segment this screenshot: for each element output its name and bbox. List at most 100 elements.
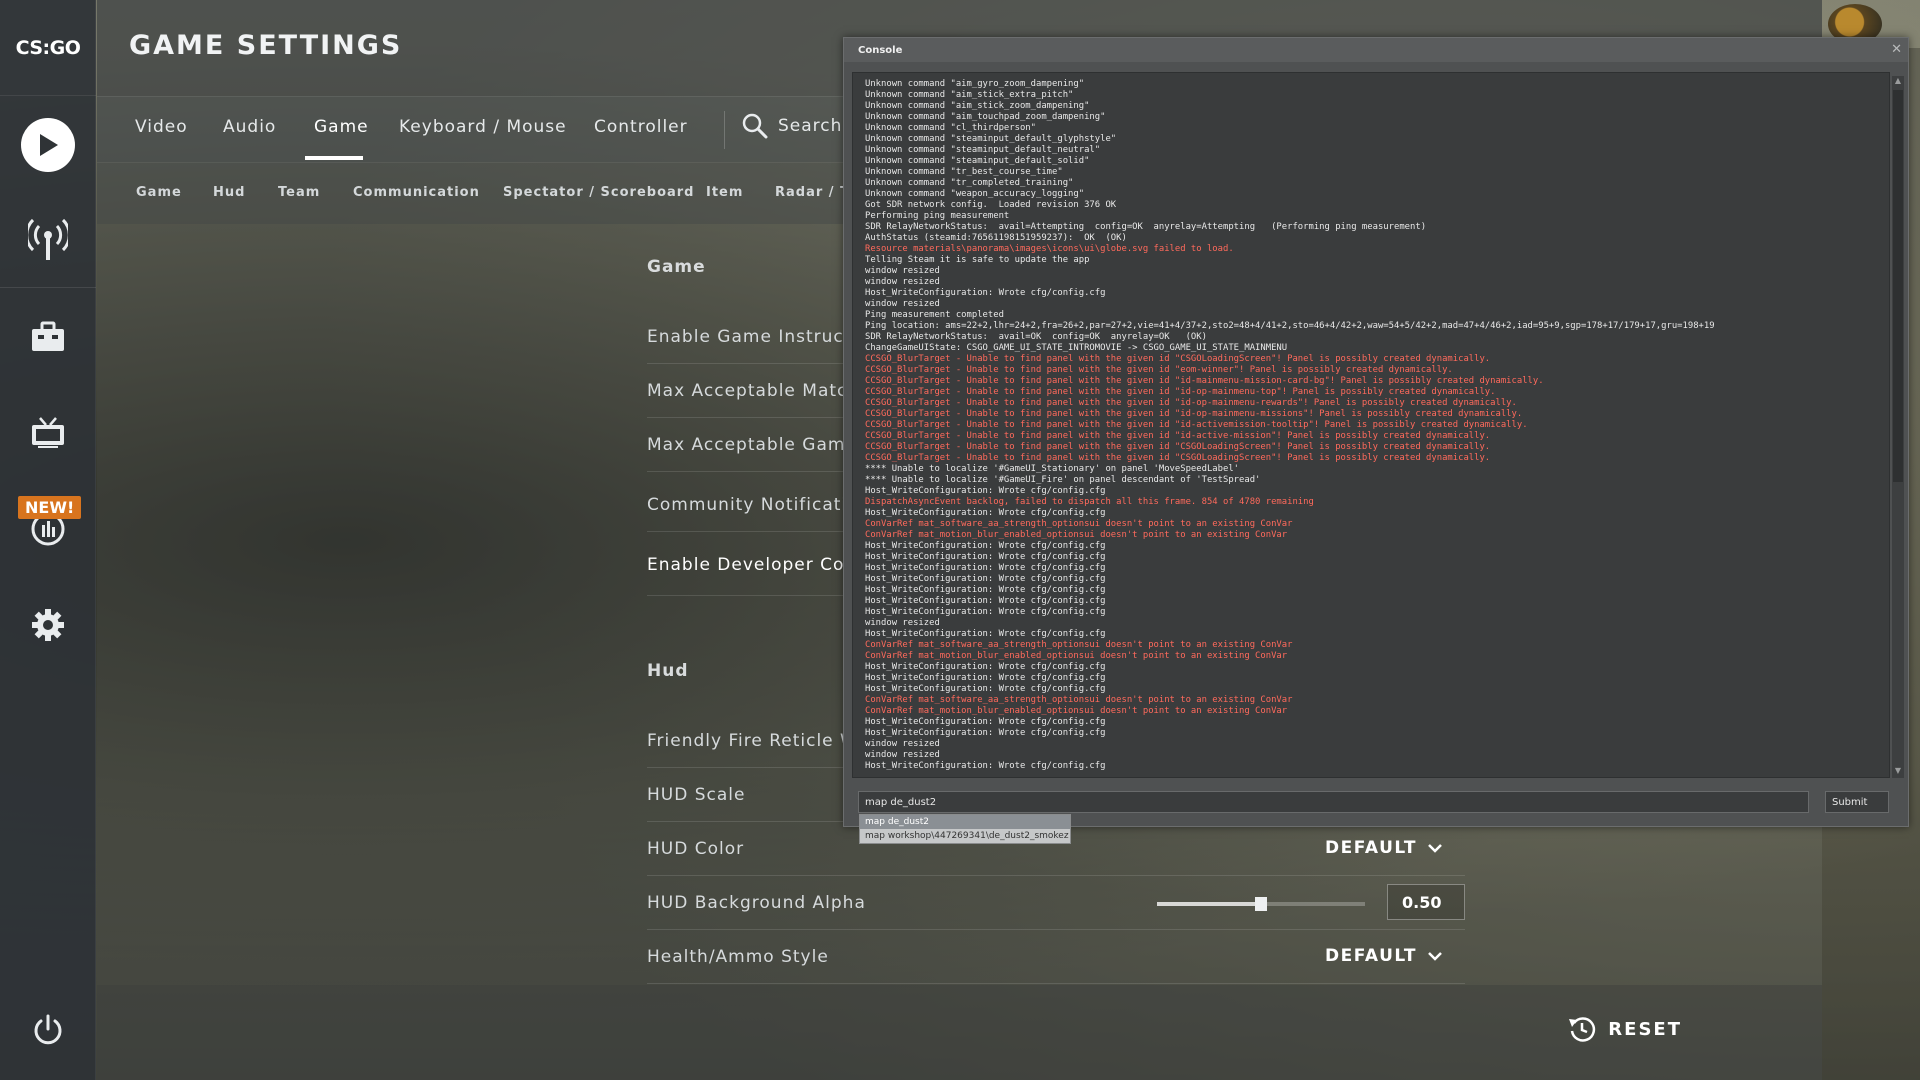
subtab-item[interactable]: Item bbox=[706, 185, 743, 200]
console-line: Host_WriteConfiguration: Wrote cfg/confi… bbox=[865, 728, 1106, 738]
subtab-communication[interactable]: Communication bbox=[353, 185, 480, 200]
setting-row-hud-background-alpha: HUD Background Alpha 0.50 bbox=[647, 876, 1465, 930]
console-line: CCSGO_BlurTarget - Unable to find panel … bbox=[865, 420, 1528, 430]
autocomplete-item[interactable]: map de_dust2 bbox=[860, 815, 1070, 829]
console-line: Resource materials\panorama\images\icons… bbox=[865, 244, 1234, 254]
console-line: CCSGO_BlurTarget - Unable to find panel … bbox=[865, 398, 1517, 408]
csgo-logo[interactable]: CS:GO bbox=[0, 0, 96, 96]
search-label: Search bbox=[778, 116, 843, 136]
console-line: Unknown command "aim_gyro_zoom_dampening… bbox=[865, 79, 1085, 89]
console-line: DispatchAsyncEvent backlog, failed to di… bbox=[865, 497, 1314, 507]
console-line: CCSGO_BlurTarget - Unable to find panel … bbox=[865, 409, 1523, 419]
console-line: **** Unable to localize '#GameUI_Station… bbox=[865, 464, 1240, 474]
console-line: Unknown command "steaminput_default_glyp… bbox=[865, 134, 1117, 144]
console-line: ConVarRef mat_software_aa_strength_optio… bbox=[865, 695, 1293, 705]
new-badge: NEW! bbox=[18, 496, 82, 519]
hud-alpha-value-input[interactable]: 0.50 bbox=[1387, 884, 1465, 920]
hud-color-dropdown[interactable]: DEFAULT bbox=[1325, 838, 1443, 858]
setting-label: HUD Scale bbox=[647, 785, 746, 805]
console-line: **** Unable to localize '#GameUI_Fire' o… bbox=[865, 475, 1261, 485]
briefcase-icon bbox=[32, 321, 64, 351]
autocomplete-item[interactable]: map workshop\447269341\de_dust2_smokez bbox=[860, 829, 1070, 843]
console-line: CCSGO_BlurTarget - Unable to find panel … bbox=[865, 387, 1496, 397]
reset-label: RESET bbox=[1608, 1018, 1682, 1040]
setting-label: Health/Ammo Style bbox=[647, 947, 829, 967]
slider-handle[interactable] bbox=[1255, 897, 1267, 911]
watch-broadcast-button[interactable] bbox=[0, 194, 96, 284]
console-line: Got SDR network config. Loaded revision … bbox=[865, 200, 1117, 210]
console-line: ConVarRef mat_motion_blur_enabled_option… bbox=[865, 706, 1288, 716]
console-line: Host_WriteConfiguration: Wrote cfg/confi… bbox=[865, 552, 1106, 562]
console-line: window resized bbox=[865, 266, 940, 276]
console-line: CCSGO_BlurTarget - Unable to find panel … bbox=[865, 365, 1453, 375]
watch-button[interactable] bbox=[0, 388, 96, 478]
console-title: Console bbox=[858, 45, 903, 56]
console-line: Unknown command "steaminput_default_neut… bbox=[865, 145, 1101, 155]
settings-button[interactable] bbox=[0, 580, 96, 670]
console-line: Telling Steam it is safe to update the a… bbox=[865, 255, 1090, 265]
console-line: Performing ping measurement bbox=[865, 211, 1010, 221]
console-scrollbar[interactable]: ▲ ▼ bbox=[1892, 76, 1904, 778]
console-line: Unknown command "tr_best_course_time" bbox=[865, 167, 1063, 177]
scrollbar-thumb[interactable] bbox=[1893, 90, 1903, 482]
health-ammo-dropdown[interactable]: DEFAULT bbox=[1325, 946, 1443, 966]
console-submit-button[interactable]: Submit bbox=[1825, 791, 1889, 813]
tab-video[interactable]: Video bbox=[135, 117, 188, 137]
console-command-input[interactable]: map de_dust2 bbox=[858, 791, 1809, 813]
left-sidebar: CS:GO NEW! bbox=[0, 0, 96, 1080]
dropdown-value: DEFAULT bbox=[1325, 946, 1417, 966]
console-line: SDR RelayNetworkStatus: avail=OK config=… bbox=[865, 332, 1207, 342]
console-line: CCSGO_BlurTarget - Unable to find panel … bbox=[865, 453, 1491, 463]
console-line: Unknown command "aim_stick_extra_pitch" bbox=[865, 90, 1074, 100]
console-line: Unknown command "aim_stick_zoom_dampenin… bbox=[865, 101, 1090, 111]
tab-keyboard-mouse[interactable]: Keyboard / Mouse bbox=[399, 117, 567, 137]
console-line: Ping measurement completed bbox=[865, 310, 1004, 320]
console-line: Unknown command "cl_thirdperson" bbox=[865, 123, 1036, 133]
console-line: Host_WriteConfiguration: Wrote cfg/confi… bbox=[865, 717, 1106, 727]
hud-alpha-slider[interactable] bbox=[1157, 897, 1365, 911]
subtab-team[interactable]: Team bbox=[278, 185, 320, 200]
inventory-button[interactable] bbox=[0, 292, 96, 382]
console-line: Unknown command "aim_touchpad_zoom_dampe… bbox=[865, 112, 1106, 122]
section-title-hud: Hud bbox=[647, 661, 689, 681]
console-line: window resized bbox=[865, 739, 940, 749]
chevron-down-icon bbox=[1428, 844, 1442, 853]
subtab-hud[interactable]: Hud bbox=[213, 185, 245, 200]
tv-icon bbox=[32, 417, 64, 448]
tab-game[interactable]: Game bbox=[314, 117, 369, 137]
power-icon bbox=[34, 1014, 62, 1045]
active-tab-indicator bbox=[305, 156, 363, 160]
tab-controller[interactable]: Controller bbox=[594, 117, 688, 137]
chevron-down-icon bbox=[1428, 952, 1442, 961]
console-line: Host_WriteConfiguration: Wrote cfg/confi… bbox=[865, 662, 1106, 672]
console-line: Unknown command "tr_completed_training" bbox=[865, 178, 1074, 188]
console-line: CCSGO_BlurTarget - Unable to find panel … bbox=[865, 442, 1491, 452]
console-line: Host_WriteConfiguration: Wrote cfg/confi… bbox=[865, 607, 1106, 617]
gear-icon bbox=[32, 609, 64, 641]
console-line: ConVarRef mat_motion_blur_enabled_option… bbox=[865, 530, 1288, 540]
console-line: Host_WriteConfiguration: Wrote cfg/confi… bbox=[865, 574, 1106, 584]
tab-audio[interactable]: Audio bbox=[223, 117, 276, 137]
subtab-game[interactable]: Game bbox=[136, 185, 182, 200]
console-line: window resized bbox=[865, 277, 940, 287]
console-titlebar[interactable]: Console ✕ bbox=[844, 38, 1908, 62]
power-button[interactable] bbox=[0, 985, 96, 1075]
console-line: ConVarRef mat_motion_blur_enabled_option… bbox=[865, 651, 1288, 661]
console-line: Host_WriteConfiguration: Wrote cfg/confi… bbox=[865, 508, 1106, 518]
console-line: CCSGO_BlurTarget - Unable to find panel … bbox=[865, 376, 1544, 386]
console-line: window resized bbox=[865, 618, 940, 628]
console-line: window resized bbox=[865, 750, 940, 760]
console-line: CCSGO_BlurTarget - Unable to find panel … bbox=[865, 431, 1491, 441]
scroll-down-arrow-icon[interactable]: ▼ bbox=[1892, 766, 1904, 778]
console-line: CCSGO_BlurTarget - Unable to find panel … bbox=[865, 354, 1491, 364]
subtab-spectator-scoreboard[interactable]: Spectator / Scoreboard bbox=[503, 185, 695, 200]
console-autocomplete: map de_dust2 map workshop\447269341\de_d… bbox=[859, 814, 1071, 844]
page-title: GAME SETTINGS bbox=[129, 30, 403, 61]
console-line: Host_WriteConfiguration: Wrote cfg/confi… bbox=[865, 684, 1106, 694]
scroll-up-arrow-icon[interactable]: ▲ bbox=[1892, 76, 1904, 88]
play-button[interactable] bbox=[0, 100, 96, 190]
reset-button[interactable]: RESET bbox=[1568, 1015, 1682, 1043]
close-icon[interactable]: ✕ bbox=[1891, 42, 1902, 57]
console-line: ChangeGameUIState: CSGO_GAME_UI_STATE_IN… bbox=[865, 343, 1288, 353]
search-button[interactable]: Search bbox=[742, 113, 842, 139]
